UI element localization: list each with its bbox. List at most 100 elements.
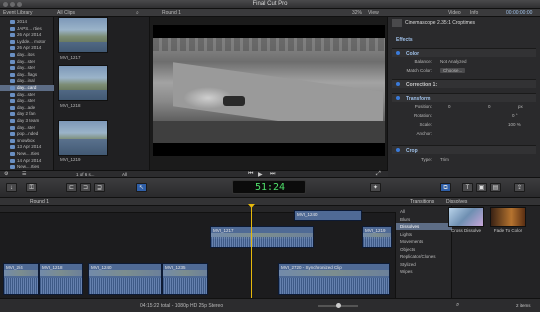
effect-name: Cross Dissolve (450, 228, 481, 233)
effects-category-item[interactable]: Dissolves (396, 223, 452, 230)
library-item[interactable]: day...inal (0, 78, 54, 84)
clip-thumbnail[interactable] (58, 17, 108, 53)
library-item[interactable]: day...ster (0, 92, 54, 98)
library-item[interactable]: 2014 (0, 19, 54, 25)
effects-category-item[interactable]: Lights (396, 231, 452, 238)
crop-section[interactable]: Crop (392, 145, 536, 154)
library-item-label: snowbox (17, 137, 35, 143)
library-item[interactable]: day...ade (0, 105, 54, 111)
color-section[interactable]: Color (392, 48, 536, 57)
match-color-button[interactable]: Choose... (440, 68, 466, 73)
titles-browser-icon[interactable]: T (462, 183, 473, 192)
library-item[interactable]: day...ster (0, 59, 54, 65)
library-item-label: New....rties (17, 151, 40, 156)
library-item-label: day...ster (17, 91, 36, 97)
library-item[interactable]: day...ster (0, 65, 54, 71)
zoom-slider-knob[interactable] (336, 303, 341, 308)
keyword-icon[interactable]: ⚿ (26, 183, 37, 192)
timeline-clip[interactable]: MVI_2/4 (3, 263, 39, 295)
library-item[interactable]: pop...nded (0, 131, 54, 137)
position-row: Position: 0 0 px (414, 104, 523, 109)
import-icon[interactable]: ↓ (6, 183, 17, 192)
effects-category-item[interactable]: All (396, 208, 452, 215)
library-item-label: JAPS... rties (17, 25, 42, 31)
event-icon (10, 105, 15, 110)
library-item[interactable]: day...card (0, 85, 54, 91)
inspector-clip-name: Cinemascope 2.35:1 Croptimes (405, 20, 476, 26)
effects-category-item[interactable]: Replicator/Clones (396, 253, 452, 260)
timeline-clip[interactable]: MVI_2720 - Synchronized Clip (278, 263, 390, 295)
category-label: Movements (400, 239, 424, 244)
zoom-select[interactable]: 32% (352, 10, 362, 16)
clip-filter-select[interactable]: All Clips (57, 10, 75, 16)
enable-checkbox[interactable] (396, 96, 400, 100)
enable-checkbox[interactable] (396, 51, 400, 55)
crop-type-select[interactable]: Trim (440, 157, 449, 162)
timeline-clip[interactable]: MVI_1240 (294, 210, 362, 221)
timeline-clip[interactable]: MVI_1219 (362, 226, 392, 248)
effects-category-item[interactable]: Wipes (396, 268, 452, 275)
browser-header: All Clips ⌕ (54, 9, 150, 17)
search-icon[interactable]: ⌕ (136, 10, 139, 16)
clip-thumbnail[interactable] (58, 120, 108, 156)
timeline-clip[interactable]: MVI_1217 (210, 226, 314, 248)
tab-info[interactable]: Info (470, 10, 478, 16)
dashboard-timecode[interactable]: 51:24 (232, 180, 306, 194)
transitions-tab[interactable]: Transitions (410, 199, 434, 205)
event-icon (10, 112, 15, 117)
library-item[interactable]: 14 Apr 2014 (0, 158, 54, 164)
search-icon[interactable]: ⌕ (456, 302, 459, 309)
share-icon[interactable]: ⇪ (514, 183, 525, 192)
library-item[interactable]: day...flags (0, 72, 54, 78)
view-menu[interactable]: View (368, 10, 379, 16)
library-item[interactable]: snowbox (0, 138, 54, 144)
library-item[interactable]: day 2 fan (0, 111, 54, 117)
library-item[interactable]: JAPS... rties (0, 26, 54, 32)
correction-section[interactable]: Correction 1: (392, 79, 536, 88)
themes-browser-icon[interactable]: ▤ (490, 183, 501, 192)
clip-icon (392, 19, 402, 27)
cross-dissolve-thumbnail[interactable] (448, 207, 484, 227)
transform-section[interactable]: Transform (392, 93, 536, 102)
insert-clip-icon[interactable]: ⊐ (80, 183, 91, 192)
select-tool-icon[interactable]: ↖ (136, 183, 147, 192)
library-item[interactable]: day...ster (0, 125, 54, 131)
library-item-label: day...ster (17, 65, 36, 71)
append-clip-icon[interactable]: ⊒ (94, 183, 105, 192)
timeline-clip[interactable]: MVI_1240 (88, 263, 162, 295)
effects-category-item[interactable]: Stylized (396, 261, 452, 268)
transitions-browser-icon[interactable]: ⧉ (440, 183, 451, 192)
playhead[interactable] (251, 206, 252, 298)
viewer-title: Round 1 (162, 10, 181, 16)
library-item[interactable]: 26 Apr 2014 (0, 32, 54, 38)
generators-browser-icon[interactable]: ▣ (476, 183, 487, 192)
timeline-clip[interactable]: MVI_1235 (162, 263, 208, 295)
dissolves-tab[interactable]: Dissolves (446, 199, 467, 205)
video-frame (153, 25, 385, 156)
effects-category-item[interactable]: Movements (396, 238, 452, 245)
viewer-header: Round 1 32% View (150, 9, 388, 17)
library-item[interactable]: New....rties (0, 151, 54, 157)
tab-video[interactable]: Video (448, 10, 461, 16)
effects-category-item[interactable]: Objects (396, 246, 452, 253)
timeline-clip[interactable]: MVI_1218 (39, 263, 83, 295)
clip-name: MVI_1217 (60, 55, 81, 60)
category-label: Dissolves (400, 224, 420, 229)
library-item[interactable]: Lydde... motor (0, 39, 54, 45)
library-item[interactable]: day 3 team (0, 118, 54, 124)
connect-clip-icon[interactable]: ⊏ (66, 183, 77, 192)
library-item[interactable]: day...itos (0, 52, 54, 58)
balance-row: Balance: Not Analyzed (414, 59, 467, 64)
library-item[interactable]: 26 Apr 2014 (0, 45, 54, 51)
fade-to-color-thumbnail[interactable] (490, 207, 526, 227)
library-item[interactable]: day...ster (0, 98, 54, 104)
library-item-label: pop...nded (17, 131, 39, 137)
event-icon (10, 99, 15, 104)
enhance-icon[interactable]: ✦ (370, 183, 381, 192)
clip-thumbnail[interactable] (58, 65, 108, 101)
effects-category-item[interactable]: Blurs (396, 216, 452, 223)
enable-checkbox[interactable] (396, 148, 400, 152)
enable-checkbox[interactable] (396, 82, 400, 86)
library-item[interactable]: 13 Apr 2014 (0, 144, 54, 150)
category-label: Stylized (400, 261, 416, 267)
